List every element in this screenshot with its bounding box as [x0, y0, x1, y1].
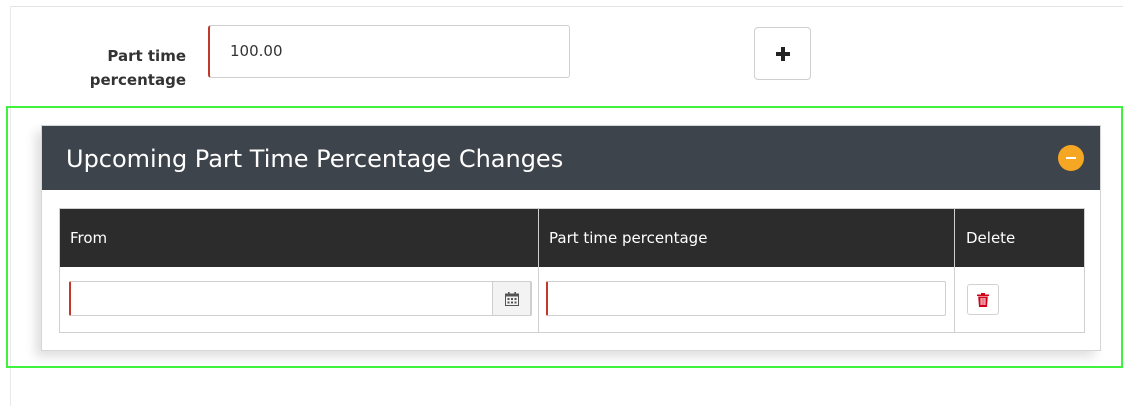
- delete-row-button[interactable]: [967, 284, 999, 315]
- part-time-label: Part time percentage: [58, 44, 186, 92]
- column-divider: [954, 209, 955, 332]
- part-time-label-line1: Part time: [107, 47, 186, 65]
- calendar-icon: [504, 291, 519, 306]
- plus-icon: [775, 46, 790, 61]
- upcoming-changes-panel: Upcoming Part Time Percentage Changes Fr…: [41, 125, 1101, 351]
- column-divider: [538, 209, 539, 332]
- table-header: From Part time percentage Delete: [60, 209, 1084, 267]
- changes-table: From Part time percentage Delete: [59, 208, 1085, 333]
- part-time-percentage-input[interactable]: 100.00: [208, 25, 570, 78]
- trash-icon: [977, 292, 989, 307]
- part-time-label-line2: percentage: [89, 71, 186, 89]
- column-header-from: From: [70, 229, 108, 247]
- collapse-button[interactable]: [1058, 145, 1084, 171]
- calendar-button[interactable]: [492, 281, 531, 316]
- from-date-input[interactable]: [69, 281, 532, 316]
- page-top-border: [10, 6, 1123, 7]
- part-time-percentage-cell-input[interactable]: [546, 281, 946, 316]
- panel-title: Upcoming Part Time Percentage Changes: [66, 145, 564, 173]
- add-button[interactable]: [754, 27, 811, 80]
- column-header-delete: Delete: [966, 229, 1016, 247]
- column-header-part-time-percentage: Part time percentage: [549, 229, 708, 247]
- minus-circle-icon: [1066, 157, 1076, 159]
- panel-header: Upcoming Part Time Percentage Changes: [42, 126, 1100, 190]
